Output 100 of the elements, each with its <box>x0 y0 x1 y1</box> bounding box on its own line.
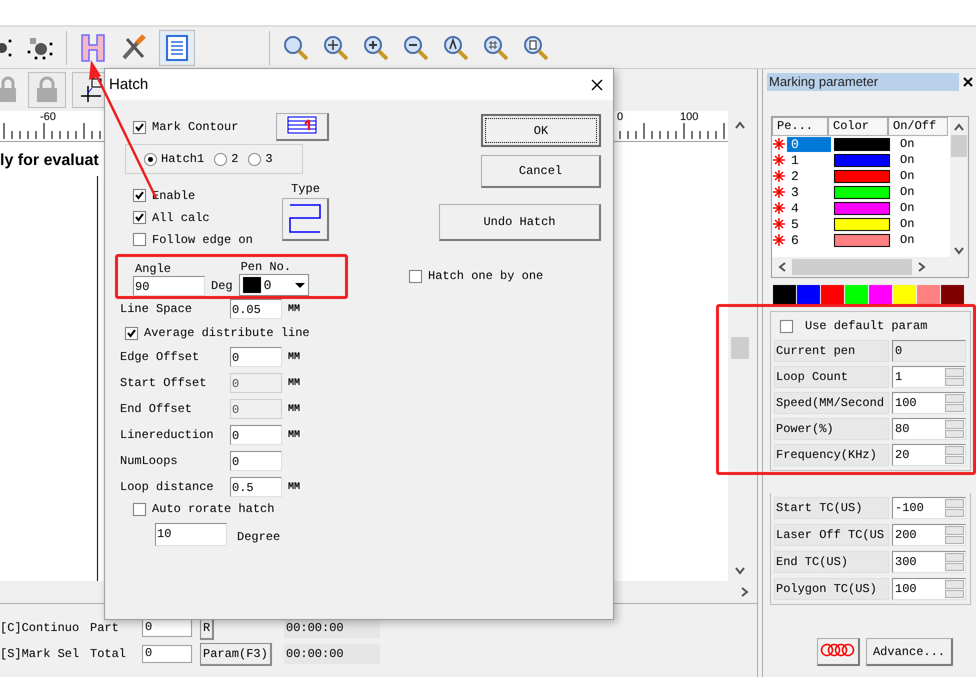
list-button[interactable] <box>159 30 195 66</box>
zoom-out-icon[interactable] <box>402 34 430 62</box>
checkbox[interactable] <box>780 320 793 332</box>
scroll-thumb[interactable] <box>951 135 967 157</box>
scroll-down-icon[interactable] <box>734 567 746 575</box>
color-swatch[interactable] <box>821 285 844 305</box>
pen-dropdown[interactable]: 0 <box>238 274 309 296</box>
input-field[interactable]: 10 <box>155 522 227 546</box>
scroll-right-icon[interactable] <box>918 261 926 273</box>
scroll-thumb[interactable] <box>731 337 749 359</box>
close-icon[interactable] <box>963 77 973 87</box>
field-label: Linereduction <box>120 428 215 442</box>
angle-field[interactable]: 90 <box>133 276 205 296</box>
checkbox[interactable] <box>125 326 138 340</box>
param-field[interactable]: 100 <box>892 392 966 414</box>
spin-button[interactable] <box>945 553 964 571</box>
contour-button[interactable] <box>276 113 329 141</box>
checkbox[interactable] <box>133 211 146 224</box>
zoom-move-icon[interactable] <box>322 34 350 62</box>
asterisk-icon <box>773 170 785 182</box>
checkbox[interactable] <box>133 233 146 246</box>
pen-number: 1 <box>790 152 800 168</box>
list-icon <box>166 34 188 60</box>
scroll-up-icon[interactable] <box>734 121 746 129</box>
color-swatch[interactable] <box>893 285 916 305</box>
unit-label: MM <box>288 430 300 440</box>
input-field[interactable]: 0.5 <box>230 477 282 497</box>
checkbox[interactable] <box>133 502 146 516</box>
param-field[interactable]: -100 <box>892 497 966 519</box>
param-label: Current pen <box>774 340 889 362</box>
table-cell-text: On <box>899 169 914 183</box>
pen-row[interactable]: 2 On <box>772 168 950 184</box>
zoom-letter-icon[interactable] <box>442 34 470 62</box>
pen-row[interactable]: 1 On <box>772 152 950 168</box>
pen-row[interactable]: 3 On <box>772 184 950 200</box>
param-field[interactable]: 80 <box>892 418 966 440</box>
hatch-icon[interactable] <box>79 32 107 62</box>
color-swatch[interactable] <box>917 285 940 305</box>
scroll-up-icon[interactable] <box>953 123 965 131</box>
pen-row[interactable]: 0 On <box>772 136 950 152</box>
param-field[interactable]: 1 <box>892 366 966 388</box>
column-header[interactable]: Color <box>828 117 888 136</box>
param-field[interactable]: 100 <box>892 578 966 600</box>
scroll-down-icon[interactable] <box>953 247 965 255</box>
checkbox[interactable] <box>409 270 422 282</box>
radio-button[interactable] <box>248 152 262 166</box>
input-field[interactable]: 0 <box>230 347 282 367</box>
mark-button[interactable]: Param(F3) <box>200 642 272 666</box>
close-icon[interactable] <box>591 78 603 90</box>
spin-button[interactable] <box>945 368 964 386</box>
color-swatch[interactable] <box>797 285 820 305</box>
pen-number: 0 <box>787 136 831 152</box>
advance-button[interactable]: Advance... <box>866 638 953 666</box>
mode-label[interactable]: [S]Mark Sel <box>0 647 90 661</box>
pen-row[interactable]: 5 On <box>772 216 950 232</box>
pen-row[interactable]: 4 On <box>772 200 950 216</box>
checkbox-label: Auto rorate hatch <box>152 502 274 516</box>
spin-button[interactable] <box>945 446 964 464</box>
color-swatch[interactable] <box>845 285 868 305</box>
param-field[interactable]: 200 <box>892 524 966 546</box>
input-field[interactable]: 0 <box>230 451 282 471</box>
zoom-icon[interactable] <box>282 34 310 62</box>
checkbox[interactable] <box>133 189 146 202</box>
field-label: Loop distance <box>120 480 215 494</box>
type-button[interactable] <box>282 198 329 241</box>
scroll-right-icon[interactable] <box>741 586 749 598</box>
column-header[interactable]: Pe... <box>772 117 828 136</box>
input-field[interactable]: 0.05 <box>230 299 282 319</box>
radio-button[interactable] <box>144 152 157 166</box>
color-swatch[interactable] <box>869 285 892 305</box>
radio-label: Hatch1 <box>161 152 204 166</box>
zoom-in-icon[interactable] <box>362 34 390 62</box>
spin-button[interactable] <box>945 499 964 517</box>
pen-row[interactable]: 6 On <box>772 232 950 248</box>
spin-button[interactable] <box>945 526 964 544</box>
radio-button[interactable] <box>214 152 228 166</box>
mode-label[interactable]: [C]Continuo <box>0 621 90 635</box>
input-field[interactable]: 0 <box>230 425 282 445</box>
rings-button[interactable] <box>816 638 860 666</box>
color-swatch[interactable] <box>773 285 796 305</box>
param-field[interactable]: 20 <box>892 444 966 466</box>
checkbox-label: Mark Contour <box>152 120 238 134</box>
radio-label: 2 <box>231 152 238 166</box>
asterisk-icon <box>773 186 785 198</box>
dialog-button[interactable]: OK <box>481 114 601 147</box>
spin-button[interactable] <box>945 420 964 438</box>
param-field[interactable]: 300 <box>892 551 966 573</box>
checkbox[interactable] <box>133 120 146 134</box>
scroll-thumb[interactable] <box>792 259 912 275</box>
zoom-page-icon[interactable] <box>522 34 550 62</box>
zoom-grid-icon[interactable] <box>482 34 510 62</box>
spin-button[interactable] <box>945 580 964 598</box>
param-label: Speed(MM/Second <box>774 392 889 414</box>
spin-button[interactable] <box>945 394 964 412</box>
column-header[interactable]: On/Off <box>888 117 948 136</box>
checkbox-label: All calc <box>152 210 210 224</box>
dialog-button[interactable]: Cancel <box>481 155 601 188</box>
scroll-left-icon[interactable] <box>778 261 786 273</box>
color-swatch[interactable] <box>941 285 964 305</box>
undo-button[interactable]: Undo Hatch <box>439 204 601 241</box>
